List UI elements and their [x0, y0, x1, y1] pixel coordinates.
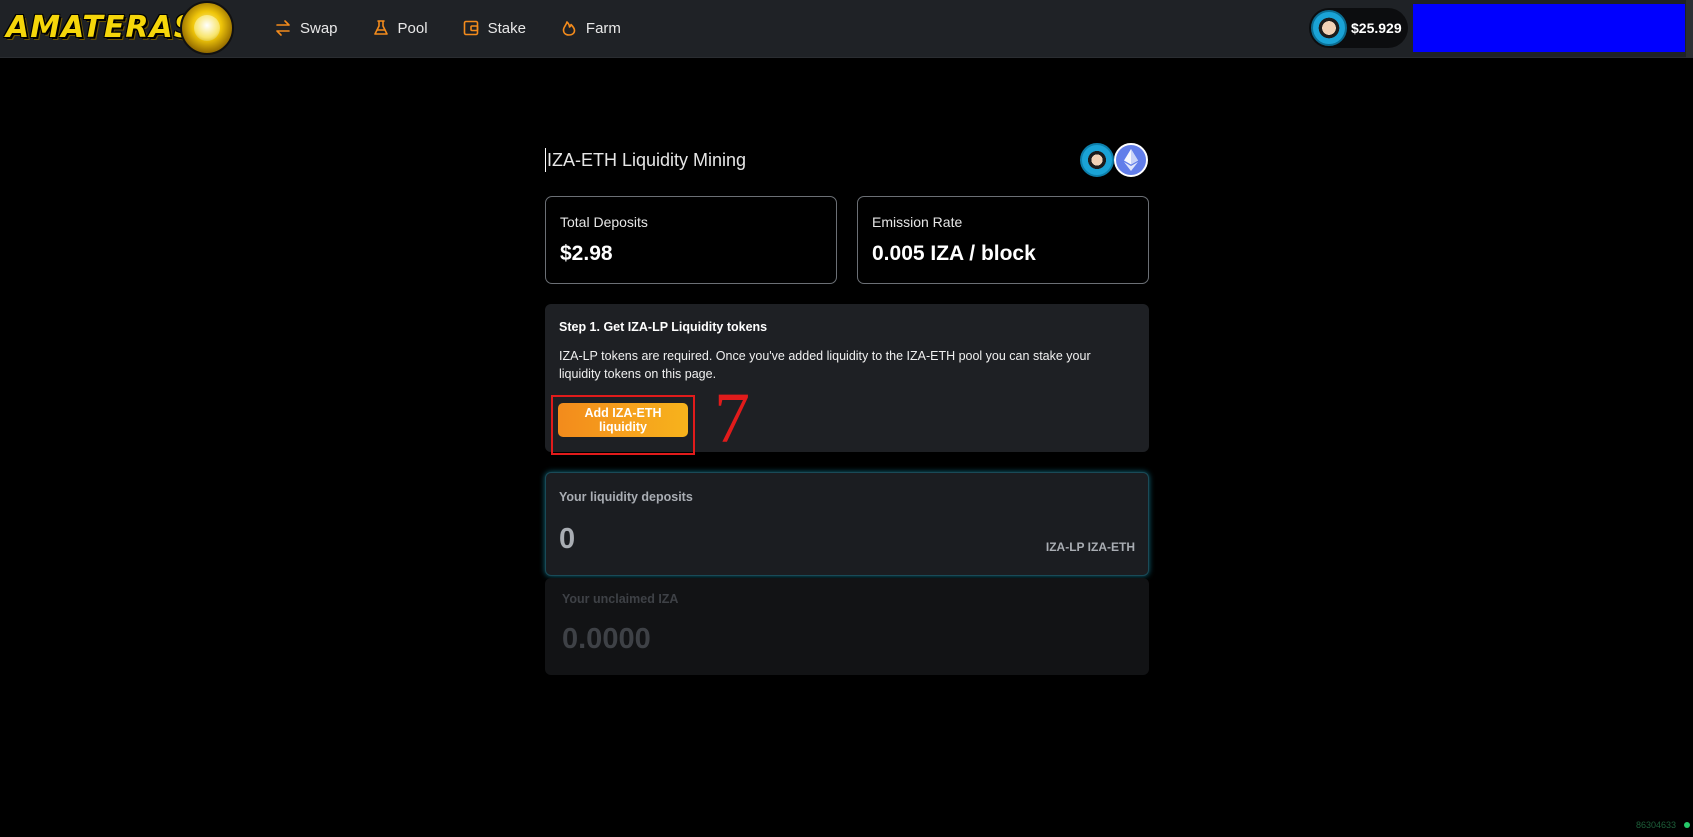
- sun-logo-icon[interactable]: [180, 1, 234, 55]
- token-pair-icons: [1080, 143, 1150, 177]
- total-deposits-label: Total Deposits: [560, 214, 648, 230]
- corner-status-id: 86304633: [1636, 820, 1677, 830]
- iza-token-icon: [1080, 143, 1114, 177]
- total-deposits-card: Total Deposits $2.98: [545, 196, 837, 284]
- top-navigation-bar: AMATERASU Swap Pool Stake Farm $25.929: [0, 0, 1693, 58]
- step-description: IZA-LP tokens are required. Once you've …: [559, 349, 1091, 381]
- unclaimed-iza-card: Your unclaimed IZA 0.0000: [545, 578, 1149, 675]
- wallet-balance: $25.929: [1351, 20, 1402, 36]
- deposits-value: 0: [559, 523, 576, 555]
- eth-token-icon: [1114, 143, 1148, 177]
- status-dot-icon: [1684, 822, 1690, 828]
- wallet-balance-pill[interactable]: $25.929: [1309, 8, 1408, 48]
- connect-wallet-area[interactable]: [1413, 4, 1685, 52]
- emission-rate-value: 0.005 IZA / block: [872, 242, 1036, 265]
- emission-rate-card: Emission Rate 0.005 IZA / block: [857, 196, 1149, 284]
- nav-label-swap: Swap: [300, 19, 338, 37]
- flame-icon: [560, 19, 578, 37]
- nav-item-stake[interactable]: Stake: [462, 0, 526, 56]
- deposits-label: Your liquidity deposits: [559, 490, 693, 504]
- step-title: Step 1. Get IZA-LP Liquidity tokens: [559, 320, 768, 334]
- total-deposits-value: $2.98: [560, 242, 613, 265]
- liquidity-deposits-card: Your liquidity deposits 0 IZA-LP IZA-ETH: [545, 472, 1149, 576]
- nav-item-farm[interactable]: Farm: [560, 0, 621, 56]
- add-liquidity-button[interactable]: Add IZA-ETH liquidity: [558, 403, 688, 437]
- annotation-step-number: 7: [714, 378, 750, 458]
- deposits-unit: IZA-LP IZA-ETH: [1045, 540, 1135, 554]
- swap-arrows-icon: [274, 19, 292, 37]
- step-get-lp-tokens-card: Step 1. Get IZA-LP Liquidity tokens IZA-…: [545, 304, 1149, 458]
- nav-item-swap[interactable]: Swap: [274, 0, 338, 56]
- emission-rate-label: Emission Rate: [872, 214, 963, 230]
- nav-label-farm: Farm: [585, 19, 621, 37]
- nav-label-stake: Stake: [487, 19, 526, 37]
- iza-token-avatar-icon: [1311, 10, 1347, 46]
- main-nav: Swap Pool Stake Farm: [274, 0, 655, 56]
- nav-item-pool[interactable]: Pool: [372, 0, 428, 56]
- unclaimed-label: Your unclaimed IZA: [562, 592, 679, 606]
- nav-label-pool: Pool: [397, 19, 428, 37]
- flask-icon: [372, 19, 390, 37]
- scrollbar[interactable]: [1686, 0, 1693, 58]
- unclaimed-value: 0.0000: [562, 623, 651, 655]
- wallet-icon: [462, 19, 480, 37]
- page-title: IZA-ETH Liquidity Mining: [545, 148, 747, 172]
